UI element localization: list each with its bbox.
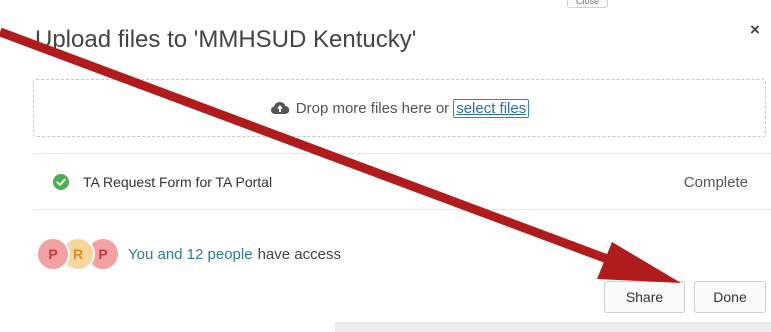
access-text: have access [257, 245, 341, 263]
access-info: P R P You and 12 people have access [36, 237, 341, 271]
dropzone-text: Drop more files here or [295, 99, 450, 117]
close-tooltip: Close [567, 0, 609, 8]
dialog-title: Upload files to 'MMHSUD Kentucky' [35, 26, 417, 53]
people-access-link[interactable]: You and 12 people [128, 246, 253, 263]
file-name: TA Request Form for TA Portal [83, 174, 273, 190]
close-icon[interactable]: × [750, 20, 760, 40]
drop-zone[interactable]: Drop more files here or select files [33, 79, 766, 137]
done-button[interactable]: Done [694, 281, 766, 313]
divider [33, 153, 771, 154]
file-status: Complete [683, 173, 748, 191]
share-button[interactable]: Share [604, 281, 685, 313]
avatar: P [36, 237, 70, 271]
check-circle-icon [53, 174, 69, 190]
footer-bar [0, 322, 771, 332]
divider [33, 209, 771, 210]
avatar-group[interactable]: P R P [36, 237, 122, 271]
select-files-link[interactable]: select files [453, 98, 530, 118]
file-row: TA Request Form for TA Portal Complete [33, 166, 766, 198]
cloud-upload-icon [270, 101, 290, 115]
